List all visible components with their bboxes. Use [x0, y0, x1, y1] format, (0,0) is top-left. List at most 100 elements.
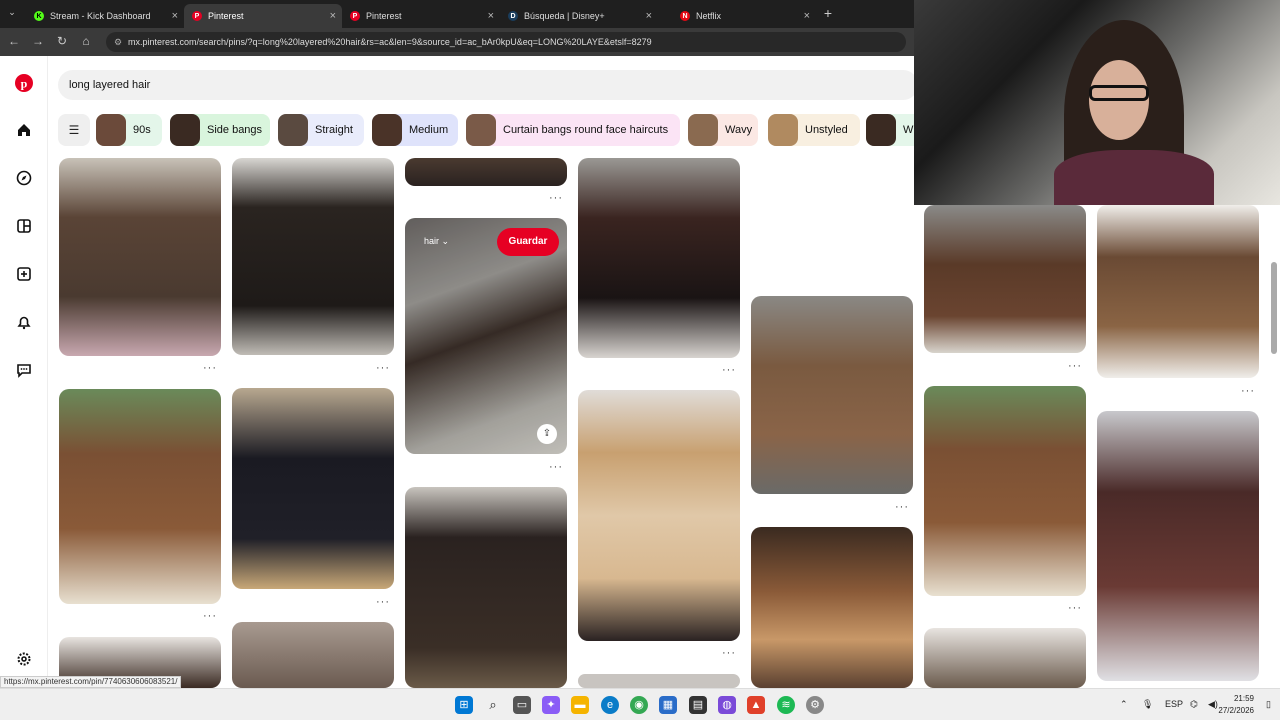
search-input[interactable]: long layered hair: [58, 70, 918, 100]
chip-straight[interactable]: Straight: [278, 114, 364, 146]
forward-icon[interactable]: →: [30, 34, 46, 48]
pin-image[interactable]: [59, 389, 221, 604]
more-options-icon[interactable]: ···: [1241, 385, 1255, 397]
more-options-icon[interactable]: ···: [549, 461, 563, 473]
pinterest-logo-icon[interactable]: p: [14, 74, 34, 94]
more-options-icon[interactable]: ···: [722, 647, 736, 659]
steam-icon[interactable]: ⚙: [806, 696, 824, 714]
home-browser-icon[interactable]: ⌂: [78, 34, 94, 48]
pin-image[interactable]: [578, 674, 740, 688]
tab-netflix[interactable]: N Netflix ×: [672, 4, 816, 28]
board-selector[interactable]: hair ⌄: [424, 236, 449, 247]
more-options-icon[interactable]: ···: [376, 596, 390, 608]
scrollbar-thumb[interactable]: [1271, 262, 1277, 354]
pin-image[interactable]: [59, 158, 221, 356]
chrome-icon[interactable]: ◉: [630, 696, 648, 714]
microphone-icon[interactable]: 🎙: [1142, 699, 1153, 710]
chip-curtain-bangs[interactable]: Curtain bangs round face haircuts: [466, 114, 680, 146]
back-icon[interactable]: ←: [6, 34, 22, 48]
spotify-icon[interactable]: ≋: [777, 696, 795, 714]
chip-90s[interactable]: 90s: [96, 114, 162, 146]
more-options-icon[interactable]: ···: [1068, 602, 1082, 614]
webcam-person-glasses: [1089, 85, 1149, 101]
clock[interactable]: 21:59 27/2/2026: [1218, 693, 1254, 717]
pin-image[interactable]: [405, 158, 567, 186]
tab-pinterest-active[interactable]: P Pinterest ×: [184, 4, 342, 28]
tab-search-icon[interactable]: ⌄: [4, 7, 20, 18]
pin-image[interactable]: [405, 487, 567, 688]
reload-icon[interactable]: ↻: [54, 34, 70, 48]
pin-image[interactable]: [578, 390, 740, 641]
more-options-icon[interactable]: ···: [203, 610, 217, 622]
copilot-icon[interactable]: ✦: [542, 696, 560, 714]
tab-close-icon[interactable]: ×: [488, 10, 494, 22]
site-info-icon[interactable]: ⚙: [114, 32, 122, 52]
pin-image[interactable]: [1097, 411, 1259, 681]
pin-image[interactable]: [751, 296, 913, 494]
more-options-icon[interactable]: ···: [1068, 360, 1082, 372]
home-icon[interactable]: [14, 122, 34, 142]
clock-time: 21:59: [1233, 694, 1254, 703]
gear-icon[interactable]: [14, 651, 34, 671]
pin-image[interactable]: [1097, 205, 1259, 378]
compass-icon[interactable]: [14, 170, 34, 190]
chip-wavy[interactable]: Wavy: [688, 114, 758, 146]
new-tab-button[interactable]: +: [820, 5, 836, 21]
save-button[interactable]: Guardar: [497, 228, 559, 256]
chip-label: Side bangs: [207, 124, 263, 136]
edge-icon[interactable]: e: [601, 696, 619, 714]
chip-w[interactable]: W: [866, 114, 916, 146]
show-hidden-icons-icon[interactable]: ⌃: [1120, 699, 1128, 710]
tab-disney[interactable]: D Búsqueda | Disney+ ×: [500, 4, 658, 28]
store-icon[interactable]: ▦: [659, 696, 677, 714]
tab-close-icon[interactable]: ×: [804, 10, 810, 22]
chip-medium[interactable]: Medium: [372, 114, 458, 146]
plus-icon[interactable]: [14, 266, 34, 286]
chip-thumbnail: [866, 114, 896, 146]
volume-icon[interactable]: ◀): [1208, 699, 1218, 710]
tab-pinterest[interactable]: P Pinterest ×: [342, 4, 500, 28]
app-icon[interactable]: ▤: [689, 696, 707, 714]
pin-image[interactable]: [751, 527, 913, 688]
search-icon[interactable]: ⌕: [484, 696, 502, 714]
language-indicator[interactable]: ESP: [1165, 699, 1183, 709]
more-options-icon[interactable]: ···: [722, 364, 736, 376]
pin-image[interactable]: [578, 158, 740, 358]
tab-close-icon[interactable]: ×: [646, 10, 652, 22]
pin-image[interactable]: [924, 205, 1086, 353]
share-icon[interactable]: ⇪: [537, 424, 557, 444]
more-options-icon[interactable]: ···: [203, 362, 217, 374]
pin-image[interactable]: [232, 622, 394, 688]
more-options-icon[interactable]: ···: [376, 362, 390, 374]
notifications-icon[interactable]: ▯: [1266, 699, 1271, 710]
tab-close-icon[interactable]: ×: [330, 10, 336, 22]
chip-bar: 90s Side bangs Straight Medium Curtain b…: [58, 114, 916, 146]
windows-start-icon[interactable]: ⊞: [455, 696, 473, 714]
chip-side-bangs[interactable]: Side bangs: [170, 114, 270, 146]
chip-label: Wavy: [725, 124, 753, 136]
tab-kick[interactable]: K Stream - Kick Dashboard ×: [26, 4, 184, 28]
pin-image[interactable]: [232, 158, 394, 355]
pin-image[interactable]: [232, 388, 394, 589]
chat-icon[interactable]: [14, 362, 34, 382]
webcam-person-shirt: [1054, 150, 1214, 205]
bell-icon[interactable]: [14, 314, 34, 334]
address-input[interactable]: ⚙ mx.pinterest.com/search/pins/?q=long%2…: [106, 32, 906, 52]
boards-icon[interactable]: [14, 218, 34, 238]
pin-image[interactable]: [924, 386, 1086, 596]
obs-icon[interactable]: ◍: [718, 696, 736, 714]
kick-favicon-icon: K: [34, 11, 44, 21]
brave-icon[interactable]: ▲: [747, 696, 765, 714]
more-options-icon[interactable]: ···: [549, 192, 563, 204]
file-explorer-icon[interactable]: ▬: [571, 696, 589, 714]
more-options-icon[interactable]: ···: [895, 501, 909, 513]
pin-image[interactable]: [924, 628, 1086, 688]
link-status-url: https://mx.pinterest.com/pin/77406306060…: [0, 676, 182, 688]
task-view-icon[interactable]: ▭: [513, 696, 531, 714]
chip-unstyled[interactable]: Unstyled: [768, 114, 860, 146]
disney-favicon-icon: D: [508, 11, 518, 21]
tab-close-icon[interactable]: ×: [172, 10, 178, 22]
network-icon[interactable]: ⌬: [1190, 699, 1198, 710]
windows-taskbar: ⊞ ⌕ ▭ ✦ ▬ e ◉ ▦ ▤ ◍ ▲ ≋ ⚙ ⌃ 🎙 ESP ⌬ ◀) 2…: [0, 688, 1280, 720]
tab-title: Netflix: [696, 11, 722, 21]
